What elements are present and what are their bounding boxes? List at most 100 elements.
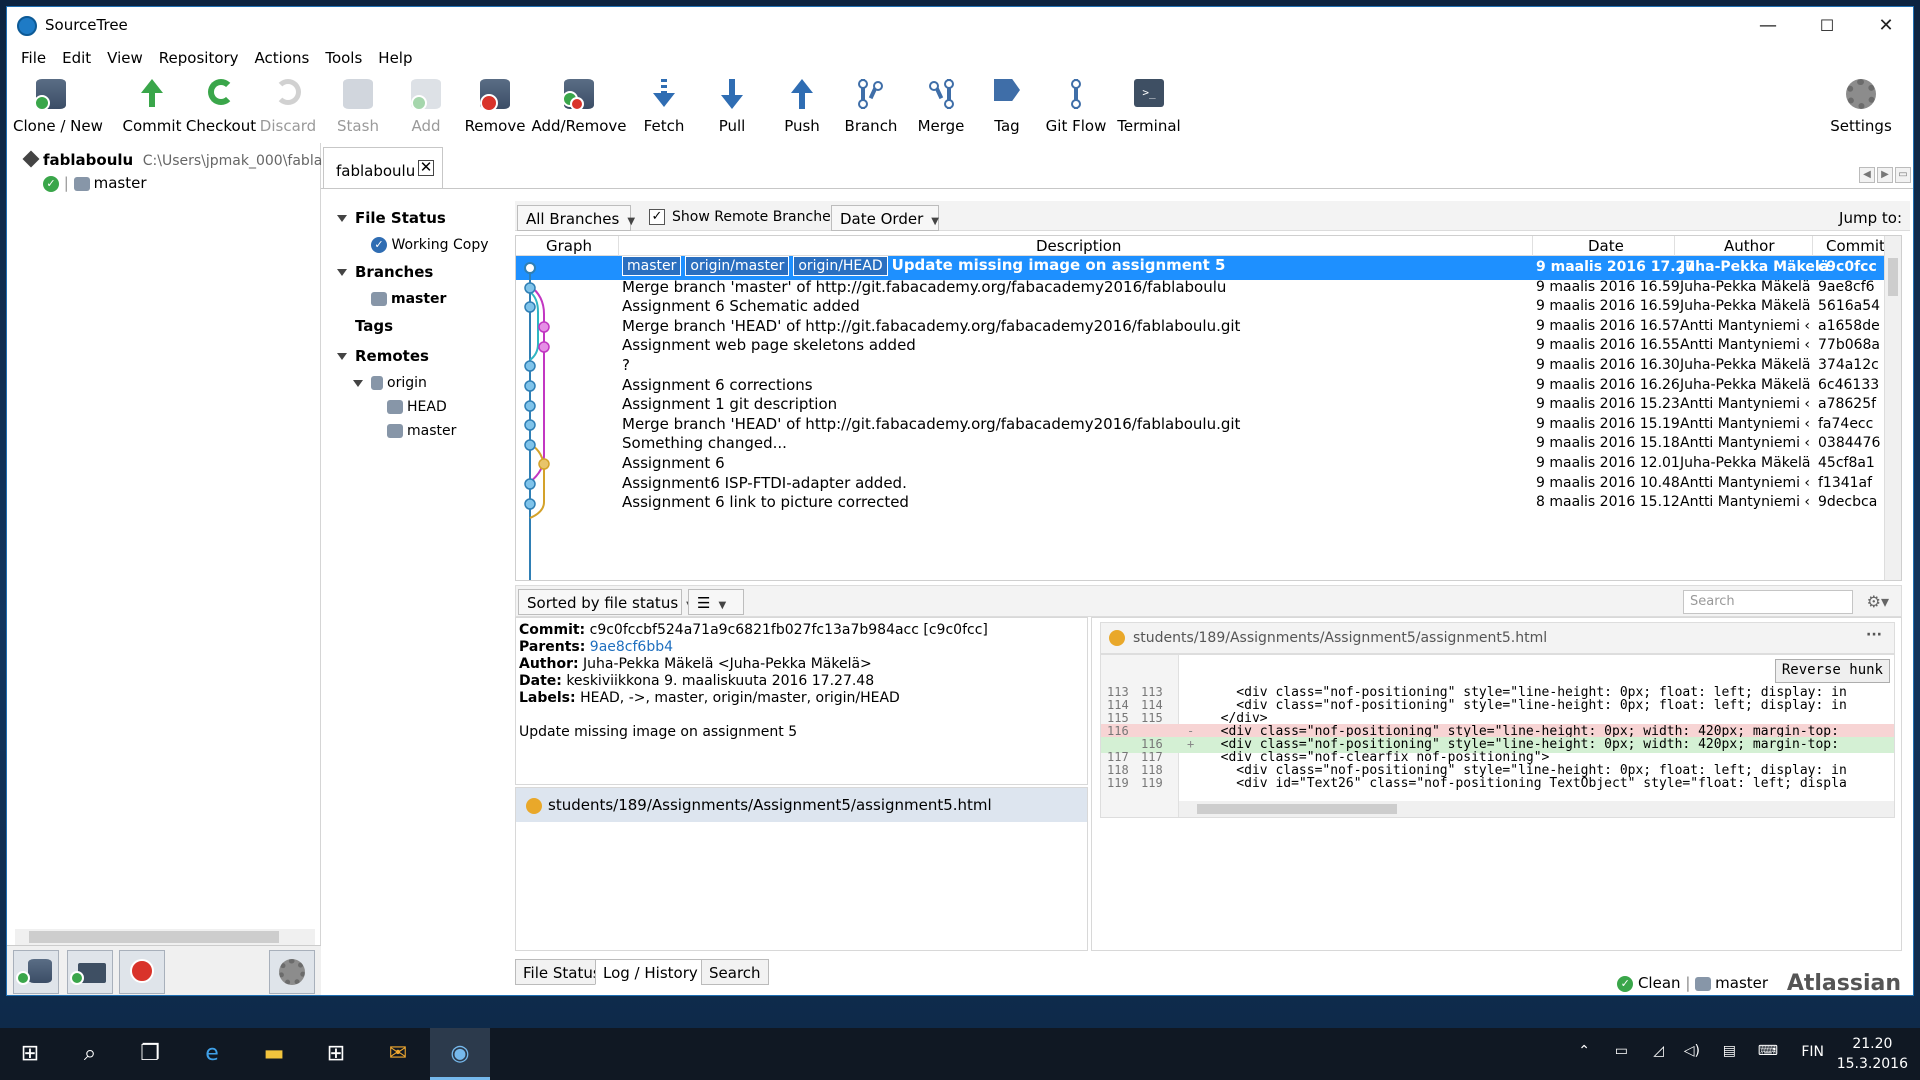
tab-log-history[interactable]: Log / History [595, 959, 706, 985]
chevron-up-icon[interactable]: ⌃ [1578, 1043, 1590, 1059]
branch-icon [1695, 976, 1712, 991]
windows-start-icon[interactable]: ⊞ [0, 1028, 60, 1080]
col-graph[interactable]: Graph [546, 237, 592, 255]
checkout-button[interactable]: Checkout [183, 73, 259, 143]
tree-tags[interactable]: Tags [355, 317, 393, 335]
working-copy-icon: ✓ [371, 237, 387, 253]
keyboard-icon[interactable]: ⌨ [1758, 1043, 1778, 1059]
search-icon[interactable]: ⌕ [60, 1028, 120, 1080]
table-row[interactable]: Assignment 6 link to picture corrected 8 … [516, 491, 1886, 515]
tab-search[interactable]: Search [701, 959, 769, 985]
repo-bookmark[interactable]: fablaboulu C:\Users\jpmak_000\fablabo [22, 150, 340, 169]
reverse-hunk-button[interactable]: Reverse hunk [1774, 659, 1890, 683]
add-remove-button[interactable]: Add/Remove [529, 73, 629, 143]
new-folder-button[interactable] [67, 950, 113, 994]
remove-button[interactable]: Remove [459, 73, 531, 143]
git-flow-button[interactable]: Git Flow [1041, 73, 1111, 143]
store-icon[interactable]: ⊞ [306, 1028, 366, 1080]
branch-filter-dropdown[interactable]: All Branches ▼ [517, 205, 635, 231]
tree-file-status[interactable]: File Status [337, 209, 446, 227]
changed-file-row[interactable]: students/189/Assignments/Assignment5/ass… [516, 788, 1087, 822]
tree-remotes[interactable]: Remotes [337, 347, 429, 365]
show-remote-branches-checkbox[interactable]: ✓ [649, 209, 665, 225]
menu-bar: File Edit View Repository Actions Tools Help [7, 45, 1913, 73]
file-explorer-icon[interactable]: ▬ [244, 1028, 304, 1080]
tag-button[interactable]: Tag [981, 73, 1033, 143]
volume-icon[interactable]: ◁) [1684, 1043, 1700, 1059]
internet-explorer-icon[interactable]: e [182, 1028, 242, 1080]
stash-button[interactable]: Stash [325, 73, 391, 143]
menu-view[interactable]: View [99, 45, 151, 71]
task-view-icon[interactable]: ❐ [120, 1028, 180, 1080]
branch-button[interactable]: Branch [839, 73, 903, 143]
tree-working-copy[interactable]: ✓ Working Copy [371, 237, 489, 253]
menu-help[interactable]: Help [370, 45, 420, 71]
gear-icon[interactable]: ⚙▾ [1867, 592, 1889, 611]
new-repository-button[interactable] [13, 950, 59, 994]
commit-date: 9 maalis 2016 16.55 [1536, 337, 1680, 354]
tree-branch-master[interactable]: master [371, 291, 446, 307]
wifi-icon[interactable]: ◿ [1653, 1043, 1664, 1059]
battery-icon[interactable]: ▭ [1615, 1043, 1628, 1059]
menu-repository[interactable]: Repository [151, 45, 247, 71]
repository-settings-button[interactable] [269, 950, 315, 994]
menu-edit[interactable]: Edit [54, 45, 99, 71]
commit-sha: c9c0fcc [1818, 259, 1877, 275]
push-button[interactable]: Push [775, 73, 829, 143]
tree-remote-origin[interactable]: origin [353, 375, 427, 391]
minimize-button[interactable]: — [1739, 7, 1797, 45]
commit-sha: 374a12c [1818, 357, 1879, 373]
settings-button[interactable]: Settings [1825, 73, 1897, 143]
pull-button[interactable]: Pull [705, 73, 759, 143]
more-options-icon[interactable]: ··· [1866, 627, 1882, 643]
col-date[interactable]: Date [1588, 237, 1624, 255]
col-author[interactable]: Author [1724, 237, 1775, 255]
tab-list-icon[interactable]: ▭ [1895, 167, 1911, 183]
commit-button[interactable]: Commit [117, 73, 187, 143]
tree-remote-master[interactable]: master [387, 423, 456, 439]
view-mode-dropdown[interactable]: ☰ ▼ [688, 589, 744, 615]
input-language[interactable]: FIN [1801, 1044, 1824, 1060]
push-icon [785, 79, 819, 113]
menu-actions[interactable]: Actions [247, 45, 318, 71]
tab-fablaboulu[interactable]: fablaboulu ✕ [323, 147, 443, 189]
terminal-button[interactable]: >_ Terminal [1111, 73, 1187, 143]
parent-link[interactable]: 9ae8cf6bb4 [590, 639, 673, 655]
col-description[interactable]: Description [1036, 237, 1121, 255]
search-input[interactable]: Search [1683, 590, 1853, 614]
commit-sha: 5616a54 [1818, 298, 1881, 315]
clock[interactable]: 21.20 15.3.2016 [1837, 1034, 1908, 1074]
sort-by-dropdown[interactable]: Sorted by file status▼ [518, 589, 694, 615]
chevron-down-icon: ▼ [718, 600, 727, 611]
clean-check-icon: ✓ [43, 175, 59, 192]
log-vertical-scrollbar[interactable] [1884, 236, 1901, 580]
close-button[interactable]: ✕ [1857, 7, 1913, 45]
tab-close-icon[interactable]: ✕ [418, 160, 434, 176]
remove-repository-button[interactable] [119, 950, 165, 994]
col-commit[interactable]: Commit [1826, 237, 1885, 255]
commit-author: Antti Mantyniemi ‹ [1680, 317, 1811, 334]
tree-remote-head[interactable]: HEAD [387, 399, 447, 415]
date-order-dropdown[interactable]: Date Order ▼ [831, 205, 939, 231]
menu-file[interactable]: File [13, 45, 54, 71]
commit-description: Something changed... [622, 434, 787, 453]
discard-button[interactable]: Discard [253, 73, 323, 143]
add-button[interactable]: Add [397, 73, 455, 143]
sourcetree-taskbar-icon[interactable]: ◉ [430, 1028, 490, 1080]
diff-horizontal-scrollbar[interactable] [1179, 801, 1894, 817]
tab-scroll-left-icon[interactable]: ◀ [1859, 167, 1875, 183]
merge-button[interactable]: Merge [909, 73, 973, 143]
maximize-button[interactable]: ☐ [1798, 7, 1856, 45]
log-header: Graph Description Date Author Commit [516, 236, 1901, 256]
menu-tools[interactable]: Tools [317, 45, 370, 71]
commit-date: 8 maalis 2016 15.12 [1536, 494, 1680, 511]
fetch-button[interactable]: Fetch [635, 73, 693, 143]
commit-date: 9 maalis 2016 15.18 [1536, 435, 1680, 452]
merge-icon [924, 79, 958, 113]
notifications-icon[interactable]: ▤ [1723, 1043, 1736, 1059]
sidebar-horizontal-scrollbar[interactable] [15, 929, 315, 945]
outlook-icon[interactable]: ✉ [368, 1028, 428, 1080]
clone-new-button[interactable]: Clone / New [13, 73, 103, 143]
tab-scroll-right-icon[interactable]: ▶ [1877, 167, 1893, 183]
tree-branches[interactable]: Branches [337, 263, 433, 281]
